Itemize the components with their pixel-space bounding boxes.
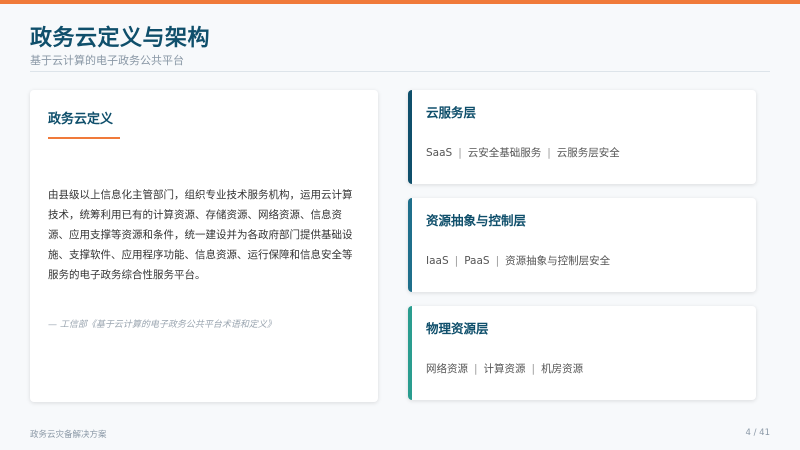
layer-item: IaaS bbox=[426, 255, 449, 267]
page-subtitle: 基于云计算的电子政务公共平台 bbox=[30, 54, 184, 67]
layer-item: 资源抽象与控制层安全 bbox=[505, 255, 611, 267]
layer-title: 物理资源层 bbox=[426, 321, 489, 336]
footer-deck-title: 政务云灾备解决方案 bbox=[30, 430, 107, 440]
layer-accent bbox=[408, 90, 412, 184]
layer-item: PaaS bbox=[464, 255, 490, 267]
definition-source: — 工信部《基于云计算的电子政务公共平台术语和定义》 bbox=[48, 320, 276, 330]
layer-accent bbox=[408, 306, 412, 400]
definition-title: 政务云定义 bbox=[48, 112, 114, 127]
definition-body: 由县级以上信息化主管部门，组织专业技术服务机构，运用云计算技术，统筹利用已有的计… bbox=[48, 189, 353, 281]
layer-card-cloud-service: 云服务层 SaaS | 云安全基础服务 | 云服务层安全 bbox=[408, 90, 756, 184]
layer-item: SaaS bbox=[426, 147, 453, 159]
layer-items: 网络资源 | 计算资源 | 机房资源 bbox=[426, 363, 584, 375]
layer-item: 机房资源 bbox=[541, 363, 584, 375]
layer-card-resource-abstraction: 资源抽象与控制层 IaaS | PaaS | 资源抽象与控制层安全 bbox=[408, 198, 756, 292]
layer-item: 网络资源 bbox=[426, 363, 468, 375]
layer-item: 云服务层安全 bbox=[556, 147, 620, 159]
definition-card: 政务云定义 由县级以上信息化主管部门，组织专业技术服务机构，运用云计算技术，统筹… bbox=[30, 90, 378, 402]
definition-title-underline bbox=[48, 137, 120, 139]
footer-page-number: 4 / 41 bbox=[745, 428, 771, 438]
layer-title: 资源抽象与控制层 bbox=[426, 213, 527, 228]
layer-card-physical-resource: 物理资源层 网络资源 | 计算资源 | 机房资源 bbox=[408, 306, 756, 400]
header-divider bbox=[30, 71, 770, 72]
layer-items: SaaS | 云安全基础服务 | 云服务层安全 bbox=[426, 147, 620, 159]
layer-accent bbox=[408, 198, 412, 292]
top-accent-bar bbox=[0, 0, 800, 4]
layer-items: IaaS | PaaS | 资源抽象与控制层安全 bbox=[426, 255, 611, 267]
layer-item: 计算资源 bbox=[483, 363, 526, 375]
layer-item: 云安全基础服务 bbox=[467, 147, 542, 159]
layer-title: 云服务层 bbox=[426, 105, 477, 120]
page-title: 政务云定义与架构 bbox=[30, 26, 211, 51]
